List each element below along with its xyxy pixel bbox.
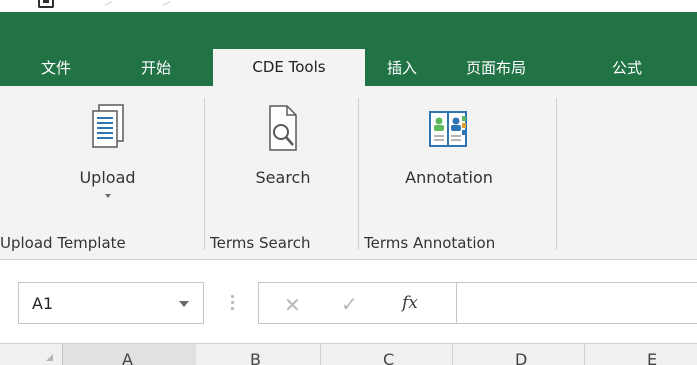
name-box[interactable]: A1 <box>18 282 204 324</box>
column-header-d[interactable]: D <box>515 350 527 365</box>
group-label-terms-annotation: Terms Annotation <box>364 234 496 252</box>
column-header-b[interactable]: B <box>250 350 261 365</box>
group-label-terms-search: Terms Search <box>210 234 311 252</box>
title-bar <box>0 0 697 12</box>
tab-formulas[interactable]: 公式 <box>612 50 642 86</box>
search-button-label: Search <box>255 168 311 187</box>
enter-icon[interactable]: ✓ <box>341 292 358 316</box>
redo-icon[interactable] <box>161 0 171 6</box>
address-book-icon <box>429 111 467 147</box>
group-label-upload-template: Upload Template <box>0 234 126 252</box>
column-header-c[interactable]: C <box>383 350 394 365</box>
document-icon <box>92 104 124 148</box>
upload-button-label: Upload <box>79 168 136 187</box>
select-all-icon[interactable] <box>46 354 53 361</box>
insert-function-icon[interactable]: fx <box>402 293 418 313</box>
drag-handle-icon[interactable] <box>231 295 234 311</box>
formula-input[interactable] <box>456 282 697 324</box>
ribbon-tab-bar: 文件 开始 CDE Tools 插入 页面布局 公式 <box>0 12 697 86</box>
tab-file[interactable]: 文件 <box>41 50 71 86</box>
document-search-icon <box>269 105 297 151</box>
tab-cde-tools[interactable]: CDE Tools <box>213 49 365 86</box>
annotation-button[interactable]: Annotation <box>388 94 510 204</box>
column-header-a[interactable]: A <box>122 350 133 365</box>
annotation-button-label: Annotation <box>405 168 493 187</box>
group-divider <box>556 98 557 250</box>
group-divider <box>204 98 205 250</box>
ribbon-panel: Upload Search Annotation Upload Template… <box>0 86 697 260</box>
column-header-e[interactable]: E <box>647 350 657 365</box>
upload-button[interactable]: Upload <box>55 94 160 204</box>
chevron-down-icon[interactable] <box>104 194 111 198</box>
tab-home[interactable]: 开始 <box>141 50 171 86</box>
tab-insert[interactable]: 插入 <box>387 50 417 86</box>
column-header-row: A B C D E <box>0 343 697 365</box>
cancel-icon[interactable]: ✕ <box>284 293 301 317</box>
chevron-down-icon[interactable] <box>179 301 189 307</box>
search-button[interactable]: Search <box>230 94 336 204</box>
tab-page-layout[interactable]: 页面布局 <box>466 50 526 86</box>
group-divider <box>358 98 359 250</box>
name-box-value: A1 <box>32 294 54 313</box>
save-icon[interactable] <box>38 0 54 8</box>
undo-icon[interactable] <box>103 0 113 6</box>
formula-buttons: ✕ ✓ fx <box>258 282 456 324</box>
